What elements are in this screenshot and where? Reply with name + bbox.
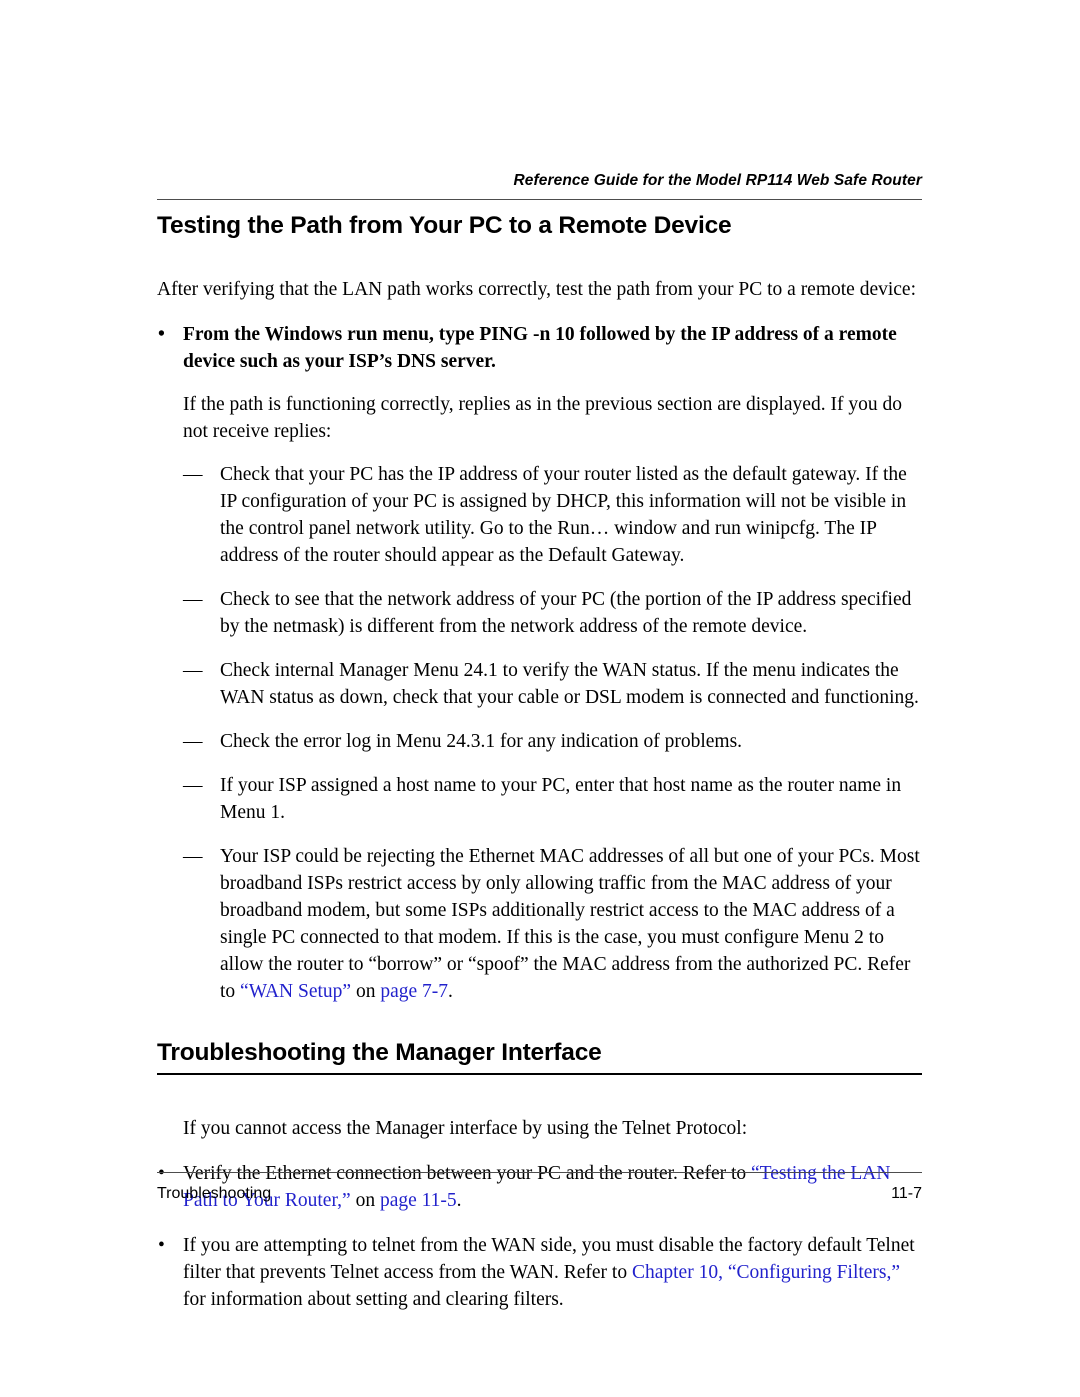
- xref-link-chapter-10-configuring-filters[interactable]: Chapter 10, “Configuring Filters,”: [632, 1262, 900, 1283]
- page-content: Testing the Path from Your PC to a Remot…: [157, 212, 922, 1313]
- section-heading-testing-path: Testing the Path from Your PC to a Remot…: [157, 212, 732, 239]
- list-item: — Check to see that the network address …: [183, 586, 922, 640]
- section-one-intro-paragraph: After verifying that the LAN path works …: [157, 279, 917, 301]
- bullet-marker-icon: •: [158, 1163, 165, 1185]
- section-two-block: If you cannot access the Manager interfa…: [183, 1115, 922, 1142]
- list-item: — Your ISP could be rejecting the Ethern…: [183, 843, 922, 1005]
- running-header-text: Reference Guide for the Model RP114 Web …: [513, 172, 922, 189]
- section-two-bullet-list: • Verify the Ethernet connection between…: [157, 1160, 922, 1313]
- list-item-text-mid: on: [351, 981, 381, 1003]
- list-item-text: If you are attempting to telnet from the…: [183, 1235, 915, 1310]
- document-page: Reference Guide for the Model RP114 Web …: [0, 0, 1080, 1397]
- list-item-text-before: Verify the Ethernet connection between y…: [183, 1163, 752, 1185]
- xref-link-page-7-7[interactable]: page 7-7: [380, 981, 448, 1002]
- list-item-text-before: Your ISP could be rejecting the Ethernet…: [220, 846, 920, 1003]
- footer-chapter-label: Troubleshooting: [157, 1185, 272, 1202]
- footer-page-number: 11-7: [891, 1185, 922, 1202]
- list-item-text: Check to see that the network address of…: [220, 589, 912, 638]
- list-item-text-after: .: [448, 981, 453, 1003]
- em-dash-marker-icon: —: [183, 660, 203, 682]
- section-two-intro-paragraph: If you cannot access the Manager interfa…: [183, 1118, 748, 1140]
- list-item-text-after: for information about setting and cleari…: [183, 1289, 564, 1311]
- section-one-sub-intro: If the path is functioning correctly, re…: [183, 394, 902, 443]
- list-item-text: Check internal Manager Menu 24.1 to veri…: [220, 660, 919, 709]
- em-dash-marker-icon: —: [183, 846, 203, 868]
- section-one-sub-block: If the path is functioning correctly, re…: [183, 391, 922, 1005]
- page-footer: Troubleshooting 11-7: [157, 1185, 922, 1203]
- list-item-text: Your ISP could be rejecting the Ethernet…: [220, 846, 920, 1002]
- list-item: — Check internal Manager Menu 24.1 to ve…: [183, 657, 922, 711]
- list-item-text: From the Windows run menu, type PING -n …: [183, 324, 897, 373]
- list-item: — Check the error log in Menu 24.3.1 for…: [183, 728, 922, 755]
- bullet-marker-icon: •: [158, 1235, 165, 1257]
- em-dash-marker-icon: —: [183, 589, 203, 611]
- section-heading-troubleshooting-manager: Troubleshooting the Manager Interface: [157, 1039, 922, 1076]
- list-item: • If you are attempting to telnet from t…: [157, 1232, 922, 1313]
- list-item-text: If your ISP assigned a host name to your…: [220, 775, 902, 824]
- em-dash-marker-icon: —: [183, 731, 203, 753]
- list-item: • From the Windows run menu, type PING -…: [157, 321, 922, 375]
- bullet-marker-icon: •: [158, 324, 165, 346]
- xref-link-wan-setup[interactable]: “WAN Setup”: [240, 981, 351, 1002]
- section-one-bullet-list: • From the Windows run menu, type PING -…: [157, 321, 922, 375]
- section-one-dash-list: — Check that your PC has the IP address …: [183, 461, 922, 1005]
- running-header: Reference Guide for the Model RP114 Web …: [157, 172, 922, 189]
- list-item-text: Check that your PC has the IP address of…: [220, 464, 907, 567]
- list-item: — Check that your PC has the IP address …: [183, 461, 922, 569]
- footer-divider-rule: [157, 1172, 922, 1173]
- em-dash-marker-icon: —: [183, 464, 203, 486]
- list-item-text: Check the error log in Menu 24.3.1 for a…: [220, 731, 743, 753]
- list-item: — If your ISP assigned a host name to yo…: [183, 772, 922, 826]
- header-divider-rule: [157, 199, 922, 200]
- em-dash-marker-icon: —: [183, 775, 203, 797]
